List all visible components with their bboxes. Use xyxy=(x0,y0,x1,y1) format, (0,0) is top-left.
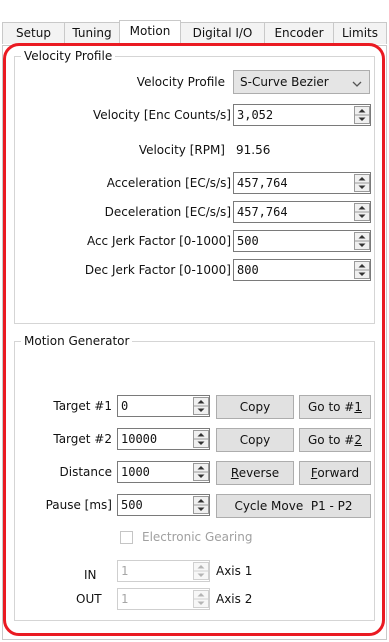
electronic-gearing-checkbox[interactable] xyxy=(120,531,133,544)
distance-spinner-icon[interactable] xyxy=(193,463,209,481)
acceleration-spinner-icon[interactable] xyxy=(354,174,370,192)
velocity-profile-title: Velocity Profile xyxy=(21,48,116,64)
in-axis-spinner-icon[interactable] xyxy=(193,562,209,580)
reverse-button[interactable]: Reverse xyxy=(216,461,294,485)
tab-motion[interactable]: Motion xyxy=(119,20,181,46)
dec-jerk-input[interactable]: 800 xyxy=(233,259,371,281)
velocity-profile-label: Velocity Profile xyxy=(136,75,225,89)
velocity-profile-select[interactable]: S-Curve Bezier xyxy=(233,70,370,94)
velocity-spinner-icon[interactable] xyxy=(354,106,370,124)
deceleration-spinner-icon[interactable] xyxy=(354,203,370,221)
target1-label: Target #1 xyxy=(53,399,112,413)
acceleration-input[interactable]: 457,764 xyxy=(233,172,371,194)
cycle-move-button[interactable]: Cycle Move P1 - P2 xyxy=(216,494,371,518)
goto-target1-button[interactable]: Go to #1 xyxy=(299,395,371,419)
tab-strip: Setup Tuning Motion Digital I/O Encoder … xyxy=(0,0,389,46)
goto-target2-button[interactable]: Go to #2 xyxy=(299,428,371,452)
acc-jerk-input[interactable]: 500 xyxy=(233,230,371,252)
deceleration-input[interactable]: 457,764 xyxy=(233,201,371,223)
tab-digital-io[interactable]: Digital I/O xyxy=(180,22,265,44)
pause-label: Pause [ms] xyxy=(45,498,112,512)
acc-jerk-spinner-icon[interactable] xyxy=(354,232,370,250)
target1-spinner-icon[interactable] xyxy=(193,397,209,415)
in-label: IN xyxy=(84,568,97,582)
target2-spinner-icon[interactable] xyxy=(193,430,209,448)
copy-target2-button[interactable]: Copy xyxy=(216,428,294,452)
acc-jerk-label: Acc Jerk Factor [0-1000] xyxy=(86,234,231,248)
velocity-label: Velocity [Enc Counts/s] xyxy=(92,108,231,122)
motion-generator-title: Motion Generator xyxy=(21,333,133,349)
velocity-input[interactable]: 3,052 xyxy=(233,104,371,126)
distance-label: Distance xyxy=(59,465,112,479)
pause-spinner-icon[interactable] xyxy=(193,496,209,514)
dec-jerk-label: Dec Jerk Factor [0-1000] xyxy=(84,263,231,277)
out-label: OUT xyxy=(76,592,102,606)
out-axis-spinner-icon[interactable] xyxy=(193,590,209,608)
electronic-gearing-label: Electronic Gearing xyxy=(142,530,253,544)
velocity-rpm-value: 91.56 xyxy=(236,143,271,157)
dec-jerk-spinner-icon[interactable] xyxy=(354,261,370,279)
velocity-rpm-label: Velocity [RPM] xyxy=(138,143,225,157)
out-axis-label: Axis 2 xyxy=(216,592,253,606)
tab-setup[interactable]: Setup xyxy=(2,22,65,44)
copy-target1-button[interactable]: Copy xyxy=(216,395,294,419)
in-axis-label: Axis 1 xyxy=(216,564,253,578)
deceleration-label: Deceleration [EC/s/s] xyxy=(104,205,231,219)
tab-limits[interactable]: Limits xyxy=(333,22,387,44)
tab-encoder[interactable]: Encoder xyxy=(264,22,334,44)
forward-button[interactable]: Forward xyxy=(299,461,371,485)
tab-tuning[interactable]: Tuning xyxy=(64,22,120,44)
acceleration-label: Acceleration [EC/s/s] xyxy=(106,176,231,190)
chevron-down-icon xyxy=(351,75,363,97)
target2-label: Target #2 xyxy=(53,432,112,446)
